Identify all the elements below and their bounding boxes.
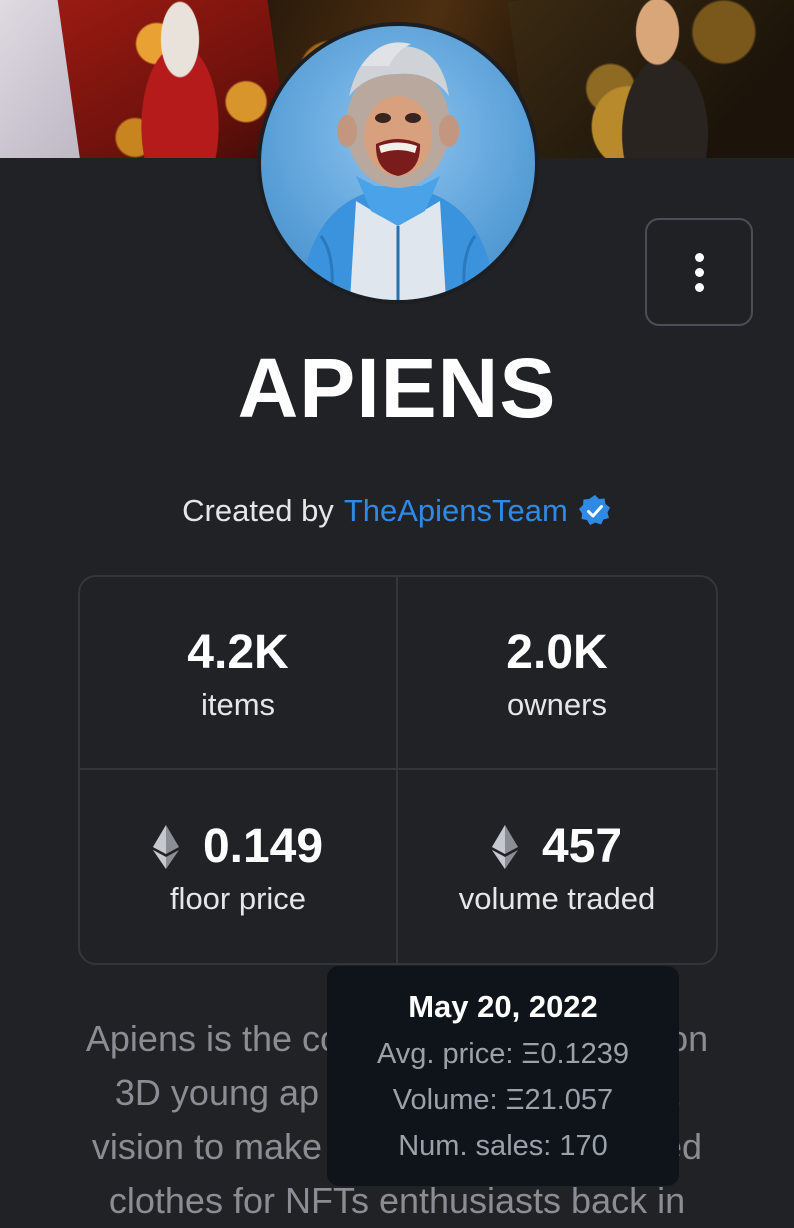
ethereum-icon [152,824,179,869]
stat-value: 457 [541,819,623,873]
stat-label: floor price [169,880,307,916]
stat-items[interactable]: 4.2K items [80,577,398,770]
more-options-button[interactable] [645,218,753,326]
more-vertical-icon [694,267,704,277]
price-history-tooltip: May 20, 2022 Avg. price: Ξ0.1239 Volume:… [327,966,679,1186]
stat-label: items [200,686,276,722]
banner-figure [120,0,240,158]
description-text: Apiens is the co [85,1018,341,1059]
stat-label: volume traded [458,880,656,916]
created-by-label: Created by [182,493,334,528]
description-text: vision to make [91,1126,323,1167]
stat-volume-traded[interactable]: 457 volume traded [398,770,716,963]
collection-title: APIENS [237,341,557,435]
more-vertical-icon [694,282,704,292]
creator-line: Created by TheApiensTeam [0,493,794,529]
stat-floor-price[interactable]: 0.149 floor price [80,770,398,963]
ethereum-icon [491,824,518,869]
more-vertical-icon [694,252,704,262]
stat-value: 4.2K [187,625,289,679]
stat-owners[interactable]: 2.0K owners [398,577,716,770]
stat-value: 2.0K [506,625,608,679]
tooltip-avg-price: Avg. price: Ξ0.1239 [376,1038,630,1070]
description-text: 3D young ap [114,1072,320,1113]
collection-avatar [257,22,539,304]
stat-label: owners [507,686,607,722]
verified-badge-icon [578,495,610,525]
stat-value: 0.149 [202,819,324,873]
banner-figure [590,0,740,158]
ape-avatar-image [301,42,495,300]
tooltip-num-sales: Num. sales: 170 [398,1130,608,1162]
tooltip-date: May 20, 2022 [408,989,598,1024]
stat-value-row: 0.149 [152,817,324,877]
stat-value-row: 457 [491,817,623,877]
stats-grid: 4.2K items 2.0K owners 0.149 floor price [78,575,718,965]
creator-link[interactable]: TheApiensTeam [344,493,568,529]
tooltip-volume: Volume: Ξ21.057 [392,1084,614,1116]
